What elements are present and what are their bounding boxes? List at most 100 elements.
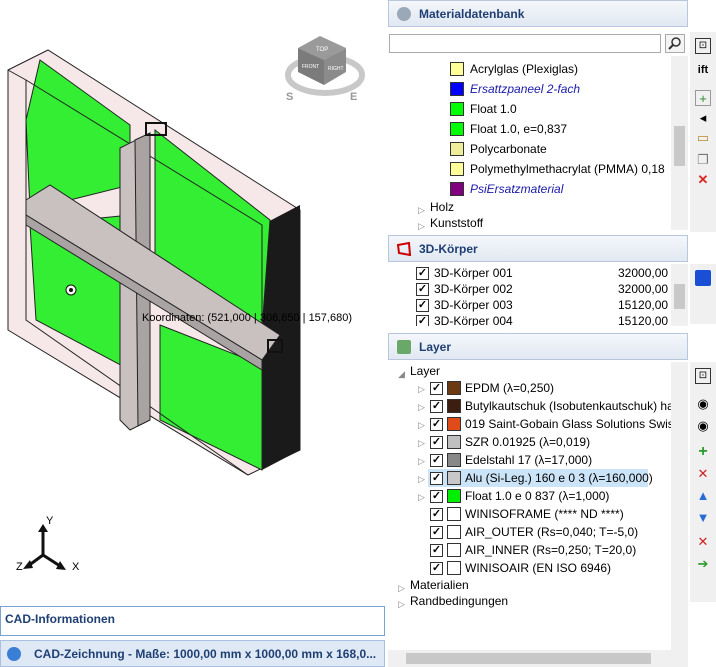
expand-icon[interactable]: ▷ bbox=[418, 474, 425, 485]
move-down-icon[interactable]: ▼ bbox=[695, 510, 711, 526]
koerper-checkbox[interactable]: ✓ bbox=[416, 315, 429, 326]
material-scrollbar[interactable] bbox=[671, 56, 688, 230]
layer-item[interactable]: SZR 0.01925 (λ=0,019) bbox=[465, 435, 590, 455]
layer-item[interactable]: AIR_INNER (Rs=0,250; T=20,0) bbox=[465, 543, 636, 563]
layer-item[interactable]: AIR_OUTER (Rs=0,040; T=-5,0) bbox=[465, 525, 638, 545]
layer-item[interactable]: WINISOFRAME (**** ND ****) bbox=[465, 507, 624, 527]
search-button[interactable] bbox=[665, 34, 685, 53]
move-up-icon[interactable]: ▲ bbox=[695, 488, 711, 504]
layer-checkbox[interactable]: ✓ bbox=[430, 436, 443, 449]
scroll-thumb[interactable] bbox=[674, 284, 685, 309]
layer-checkbox[interactable]: ✓ bbox=[430, 472, 443, 485]
arrow-left-icon[interactable]: ◂ bbox=[695, 110, 711, 126]
layer-swatch bbox=[447, 381, 461, 395]
collapse-all-icon[interactable]: ⊡ bbox=[695, 38, 711, 54]
material-swatch bbox=[450, 62, 464, 76]
expand-icon[interactable]: ▷ bbox=[418, 492, 425, 503]
eye-icon[interactable]: ◉ bbox=[695, 396, 711, 412]
layer-item[interactable]: Alu (Si-Leg.) 160 e 0 3 (λ=160,000) bbox=[465, 471, 653, 491]
material-item[interactable]: Acrylglas (Plexiglas) bbox=[470, 62, 578, 82]
svg-text:E: E bbox=[350, 91, 357, 103]
collapse-icon[interactable]: ◢ bbox=[398, 369, 405, 380]
cad-info-title: CAD-Informationen bbox=[5, 612, 115, 626]
layer-checkbox[interactable]: ✓ bbox=[430, 562, 443, 575]
expand-icon[interactable]: ▷ bbox=[418, 402, 425, 413]
layer-swatch bbox=[447, 417, 461, 431]
material-item[interactable]: Float 1.0, e=0,837 bbox=[470, 122, 567, 142]
layer-item[interactable]: 019 Saint-Gobain Glass Solutions Swisspa… bbox=[465, 417, 688, 437]
eye-add-icon[interactable]: ◉ bbox=[695, 418, 711, 434]
koerper-item-label[interactable]: 3D-Körper 004 bbox=[434, 314, 513, 326]
add-material-icon[interactable]: + bbox=[695, 90, 711, 106]
layer-checkbox[interactable]: ✓ bbox=[430, 418, 443, 431]
layer-swatch bbox=[447, 543, 461, 557]
material-search-input[interactable] bbox=[389, 34, 661, 53]
layer-item[interactable]: Float 1.0 e 0 837 (λ=1,000) bbox=[465, 489, 609, 509]
expand-icon[interactable]: ▷ bbox=[418, 456, 425, 467]
layer-group-randbedingungen[interactable]: Randbedingungen bbox=[410, 594, 508, 614]
layer-checkbox[interactable]: ✓ bbox=[430, 526, 443, 539]
layer-item[interactable]: Butylkautschuk (Isobutenkautschuk) hart … bbox=[465, 399, 688, 419]
material-swatch bbox=[450, 102, 464, 116]
export-icon[interactable]: ➔ bbox=[695, 556, 711, 572]
layer-checkbox[interactable]: ✓ bbox=[430, 544, 443, 557]
koerper-list[interactable]: ✓ 3D-Körper 001 32000,00 ✓ 3D-Körper 002 3200… bbox=[388, 264, 688, 326]
layer-item[interactable]: WINISOAIR (EN ISO 6946) bbox=[465, 561, 611, 581]
material-swatch bbox=[450, 122, 464, 136]
cad-status-bar: CAD-Zeichnung - Maße: 1000,00 mm x 1000,… bbox=[0, 640, 385, 667]
delete-icon[interactable]: ✕ bbox=[695, 172, 711, 188]
material-group-kunststoff[interactable]: Kunststoff bbox=[430, 216, 483, 230]
material-item[interactable]: Float 1.0 bbox=[470, 102, 517, 122]
layer-checkbox[interactable]: ✓ bbox=[430, 508, 443, 521]
material-item[interactable]: Polycarbonate bbox=[470, 142, 547, 162]
expand-icon[interactable]: ▷ bbox=[418, 221, 425, 230]
delete-icon[interactable]: ✕ bbox=[695, 534, 711, 550]
expand-icon[interactable]: ▷ bbox=[418, 384, 425, 395]
remove-layer-icon[interactable]: ✕ bbox=[695, 466, 711, 482]
layer-checkbox[interactable]: ✓ bbox=[430, 454, 443, 467]
layer-swatch bbox=[447, 453, 461, 467]
material-list[interactable]: Acrylglas (Plexiglas) Ersattzpaneel 2-fac… bbox=[388, 56, 688, 230]
koerper-checkbox[interactable]: ✓ bbox=[416, 283, 429, 296]
layer-checkbox[interactable]: ✓ bbox=[430, 400, 443, 413]
koerper-scrollbar[interactable] bbox=[671, 264, 688, 326]
layer-root[interactable]: Layer bbox=[410, 364, 440, 384]
database-icon bbox=[397, 7, 411, 21]
expand-icon[interactable]: ▷ bbox=[398, 599, 405, 610]
expand-icon[interactable]: ▷ bbox=[418, 438, 425, 449]
material-item[interactable]: Polymethylmethacrylat (PMMA) 0,18 bbox=[470, 162, 665, 182]
materialdb-toolbar: ⊡ ift + ◂ ▭ ❐ ✕ bbox=[690, 32, 716, 232]
ift-icon[interactable]: ift bbox=[695, 62, 711, 78]
hscroll-thumb[interactable] bbox=[406, 653, 651, 664]
layer-hscrollbar[interactable] bbox=[388, 650, 671, 667]
folder-icon[interactable]: ▭ bbox=[695, 130, 711, 146]
koerper-header[interactable]: 3D-Körper bbox=[388, 235, 688, 262]
koerper-checkbox[interactable]: ✓ bbox=[416, 267, 429, 280]
layer-header[interactable]: Layer bbox=[388, 333, 688, 360]
expand-icon[interactable]: ▷ bbox=[418, 205, 425, 216]
navigation-cube[interactable]: TOP FRONT RIGHT S E bbox=[285, 36, 365, 103]
body-edit-icon[interactable] bbox=[695, 270, 711, 286]
add-layer-icon[interactable]: + bbox=[695, 444, 711, 460]
koerper-item-value: 15120,00 bbox=[618, 314, 669, 326]
layer-checkbox[interactable]: ✓ bbox=[430, 490, 443, 503]
material-swatch bbox=[450, 82, 464, 96]
copy-icon[interactable]: ❐ bbox=[695, 152, 711, 168]
layer-scrollbar[interactable] bbox=[671, 362, 688, 667]
expand-icon[interactable]: ▷ bbox=[398, 583, 405, 594]
material-item[interactable]: PsiErsatzmaterial bbox=[470, 182, 563, 202]
svg-text:Y: Y bbox=[46, 515, 54, 527]
3d-viewport[interactable]: TOP FRONT RIGHT S E Y Z X Koordinaten: (… bbox=[0, 0, 387, 604]
window-model[interactable]: TOP FRONT RIGHT S E Y Z X bbox=[0, 0, 387, 604]
scroll-thumb[interactable] bbox=[674, 126, 685, 166]
expand-icon[interactable]: ▷ bbox=[418, 420, 425, 431]
layer-item[interactable]: EPDM (λ=0,250) bbox=[465, 381, 554, 401]
layer-tree[interactable]: ◢ Layer ▷ ✓ EPDM (λ=0,250) ▷ ✓ Butylkautschuk… bbox=[388, 362, 688, 667]
material-item[interactable]: Ersattzpaneel 2-fach bbox=[470, 82, 580, 102]
collapse-all-icon[interactable]: ⊡ bbox=[695, 368, 711, 384]
svg-text:FRONT: FRONT bbox=[302, 64, 319, 70]
search-icon bbox=[668, 37, 681, 50]
layer-checkbox[interactable]: ✓ bbox=[430, 382, 443, 395]
koerper-checkbox[interactable]: ✓ bbox=[416, 299, 429, 312]
materialdb-header[interactable]: Materialdatenbank bbox=[388, 0, 688, 27]
